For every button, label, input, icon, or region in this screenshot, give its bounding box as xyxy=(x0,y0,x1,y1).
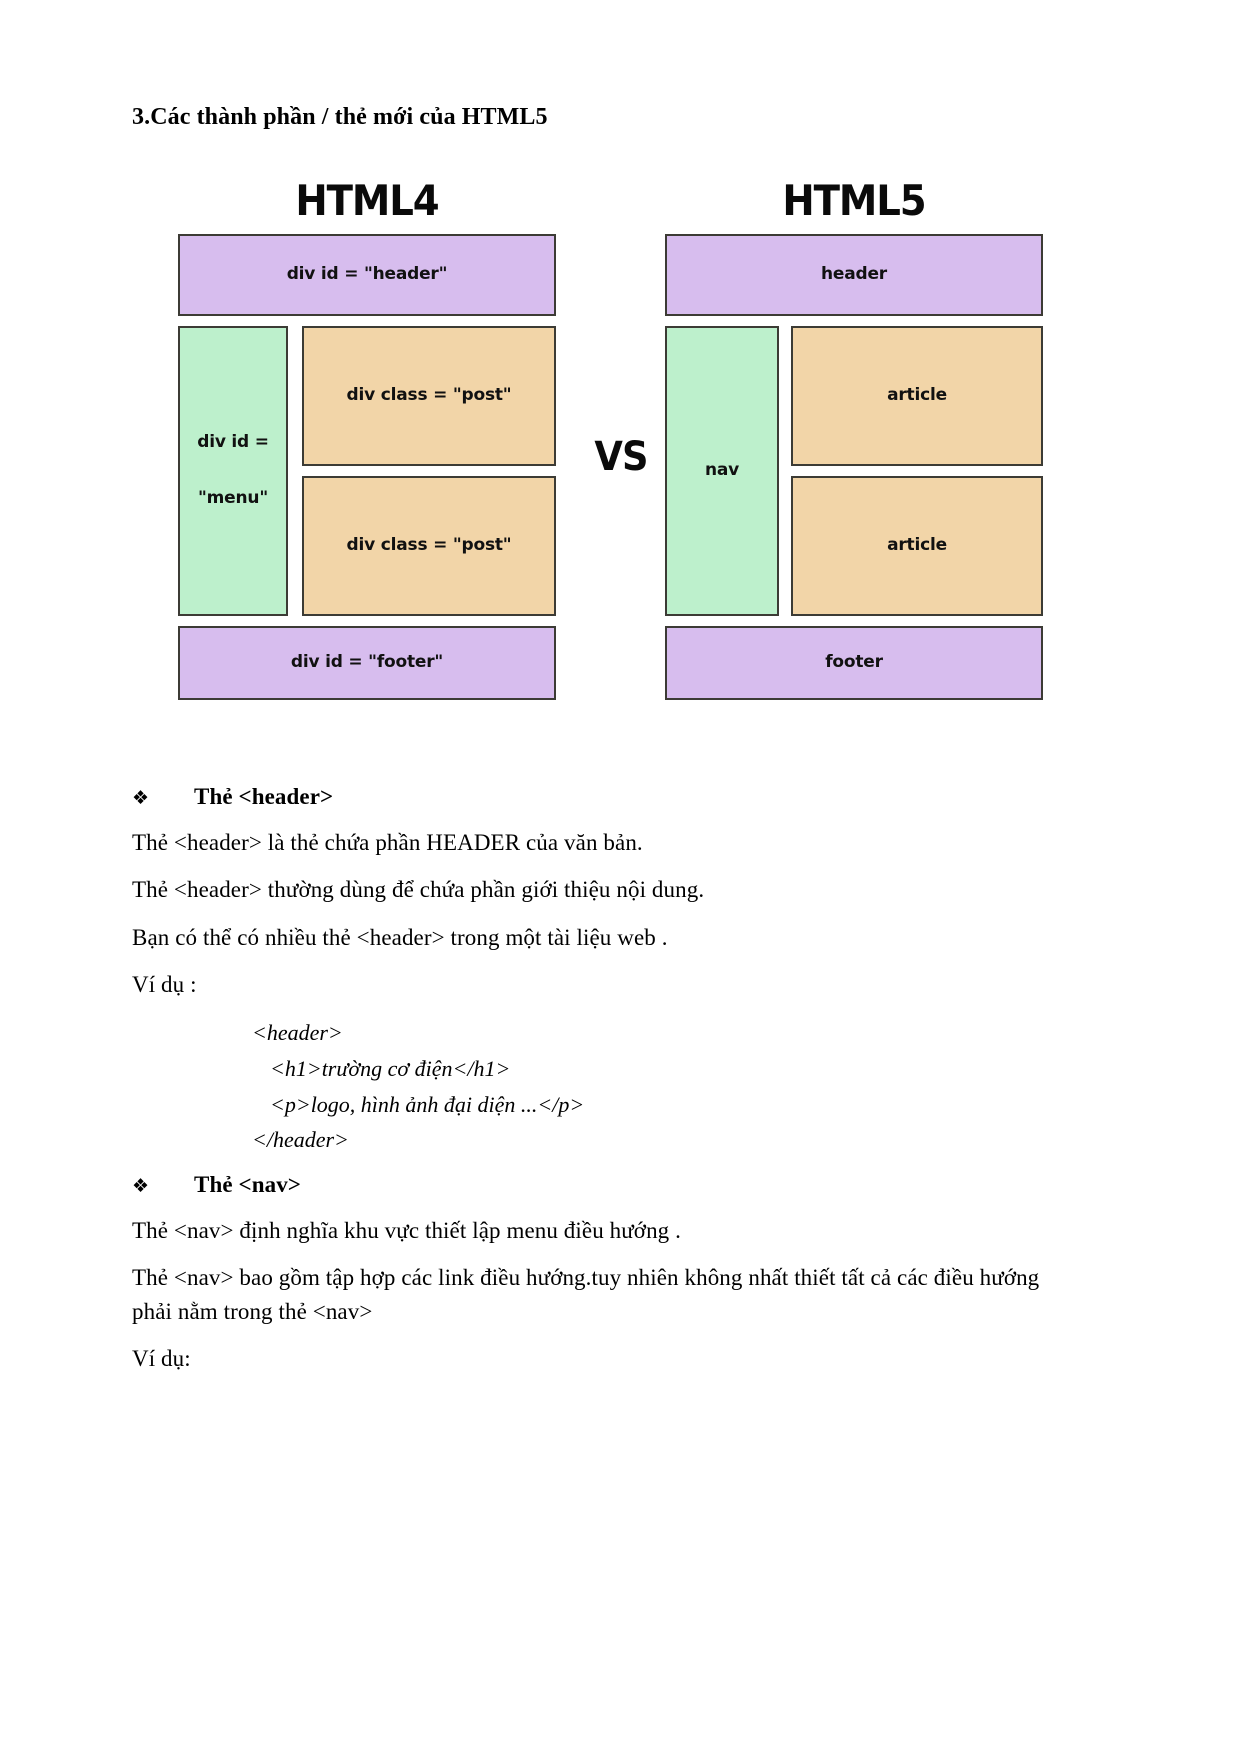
html5-article-box-2: article xyxy=(791,476,1043,616)
html4-footer-box: div id = "footer" xyxy=(178,626,556,700)
code-line: </header> xyxy=(252,1127,349,1153)
html4-title: HTML4 xyxy=(295,176,439,225)
bullet-header-tag: ❖ Thẻ <header> xyxy=(132,784,1044,810)
paragraph: Thẻ <nav> bao gồm tập hợp các link điều … xyxy=(132,1265,1040,1324)
document-page: 3.Các thành phần / thẻ mới của HTML5 HTM… xyxy=(0,0,1240,1754)
html4-post-stack: div class = "post" div class = "post" xyxy=(302,326,556,616)
html5-column: HTML5 header nav article article footer xyxy=(665,172,1043,700)
versus-label: VS xyxy=(594,434,648,480)
html4-vs-html5-diagram: HTML4 div id = "header" div id = "menu" … xyxy=(178,172,1053,732)
paragraph: Thẻ <header> là thẻ chứa phần HEADER của… xyxy=(132,830,643,855)
page-title: 3.Các thành phần / thẻ mới của HTML5 xyxy=(132,104,548,130)
html5-article-stack: article article xyxy=(791,326,1043,616)
html4-middle-band: div id = "menu" div class = "post" div c… xyxy=(178,326,556,616)
html4-post-box-1: div class = "post" xyxy=(302,326,556,466)
html4-column: HTML4 div id = "header" div id = "menu" … xyxy=(178,172,556,700)
html5-header-box: header xyxy=(665,234,1043,316)
html5-title: HTML5 xyxy=(782,176,926,225)
diamond-bullet-icon: ❖ xyxy=(132,1174,150,1197)
html5-nav-box: nav xyxy=(665,326,779,616)
html4-menu-line2: "menu" xyxy=(198,488,268,508)
html5-middle-band: nav article article xyxy=(665,326,1043,616)
paragraph: Thẻ <header> thường dùng để chứa phần gi… xyxy=(132,877,705,903)
code-line: <p>logo, hình ảnh đại diện ...</p> xyxy=(270,1091,585,1117)
paragraph: Ví dụ: xyxy=(132,1345,191,1371)
html4-menu-line1: div id = xyxy=(197,432,269,453)
html5-article-box-1: article xyxy=(791,326,1043,466)
html4-menu-box: div id = "menu" xyxy=(178,326,288,616)
diamond-bullet-icon: ❖ xyxy=(132,787,150,809)
paragraph: Ví dụ : xyxy=(132,972,197,998)
header-code-example: <header> <h1>trường cơ điện</h1> <p>logo… xyxy=(132,1015,1044,1158)
bullet-nav-tag-label: Thẻ <nav> xyxy=(194,1171,301,1197)
html4-post-box-2: div class = "post" xyxy=(302,476,556,616)
bullet-nav-tag: ❖ Thẻ <nav> xyxy=(132,1172,1044,1198)
code-line: <h1>trường cơ điện</h1> xyxy=(270,1056,511,1081)
paragraph: Thẻ <nav> định nghĩa khu vực thiết lập m… xyxy=(132,1217,681,1243)
bullet-header-tag-label: Thẻ <header> xyxy=(194,784,334,809)
html4-header-box: div id = "header" xyxy=(178,234,556,316)
paragraph: Bạn có thể có nhiều thẻ <header> trong m… xyxy=(132,924,668,950)
body-content: ❖ Thẻ <header> Thẻ <header> là thẻ chứa … xyxy=(132,770,1044,1389)
html5-footer-box: footer xyxy=(665,626,1043,700)
code-line: <header> xyxy=(252,1020,343,1046)
